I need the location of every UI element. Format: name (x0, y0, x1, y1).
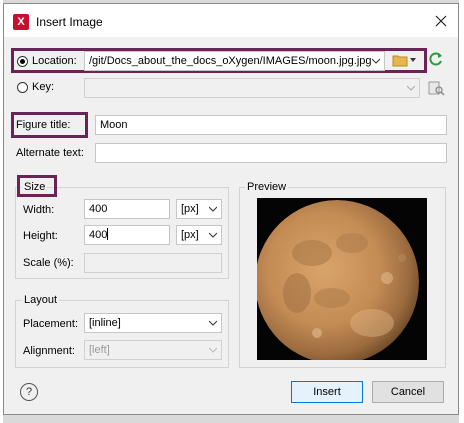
chevron-down-icon (407, 85, 415, 91)
key-browse-icon[interactable] (427, 79, 445, 97)
width-unit-value: [px] (181, 203, 199, 215)
cancel-button[interactable]: Cancel (372, 381, 444, 403)
text-cursor (107, 228, 109, 240)
folder-dropdown-icon[interactable] (410, 58, 416, 63)
moon-preview-image (257, 198, 427, 360)
moon-picture (257, 198, 427, 360)
width-unit-select[interactable]: [px] (176, 199, 222, 219)
location-combo[interactable]: /git/Docs_about_the_docs_oXygen/IMAGES/m… (84, 51, 385, 71)
alternate-text-input[interactable] (95, 143, 447, 163)
chevron-down-icon (209, 206, 217, 212)
close-icon[interactable] (432, 12, 450, 30)
chevron-down-icon (372, 58, 380, 64)
figure-title-label: Figure title: (16, 119, 71, 131)
width-input[interactable]: 400 (84, 199, 170, 219)
chevron-down-icon (209, 320, 217, 326)
oxygen-x-icon: X (13, 14, 29, 30)
scale-input[interactable] (84, 253, 222, 273)
location-label: Location: (32, 55, 77, 67)
chevron-down-icon (209, 347, 217, 353)
folder-icon[interactable] (392, 53, 408, 67)
background-app-edge-right (459, 0, 464, 423)
location-radio[interactable] (17, 56, 28, 67)
insert-image-dialog: X Insert Image Location: /git/Docs_about… (3, 3, 459, 415)
key-label: Key: (32, 81, 55, 93)
preview-group-title: Preview (245, 181, 289, 193)
width-label: Width: (23, 204, 55, 216)
key-combo[interactable] (84, 78, 420, 98)
placement-select[interactable]: [inline] (84, 313, 222, 333)
help-icon[interactable]: ? (20, 383, 38, 401)
location-value: /git/Docs_about_the_docs_oXygen/IMAGES/m… (89, 55, 372, 67)
height-value: 400 (89, 229, 108, 241)
alignment-value: [left] (89, 344, 110, 356)
height-unit-select[interactable]: [px] (176, 225, 222, 245)
title-bar: X Insert Image (4, 4, 458, 37)
height-input[interactable]: 400 (84, 225, 170, 245)
height-label: Height: (23, 230, 58, 242)
chevron-down-icon (209, 232, 217, 238)
key-radio[interactable] (17, 82, 28, 93)
refresh-icon[interactable] (428, 51, 444, 67)
placement-value: [inline] (89, 317, 121, 329)
layout-group-title: Layout (22, 294, 60, 306)
dialog-title: Insert Image (36, 15, 103, 29)
scale-label: Scale (%): (23, 257, 74, 269)
height-unit-value: [px] (181, 229, 199, 241)
alignment-label: Alignment: (23, 345, 75, 357)
figure-title-input[interactable]: Moon (95, 115, 447, 135)
alignment-select[interactable]: [left] (84, 340, 222, 360)
alternate-text-label: Alternate text: (16, 147, 84, 159)
placement-label: Placement: (23, 318, 79, 330)
size-group-title: Size (22, 181, 48, 193)
insert-button[interactable]: Insert (291, 381, 363, 403)
